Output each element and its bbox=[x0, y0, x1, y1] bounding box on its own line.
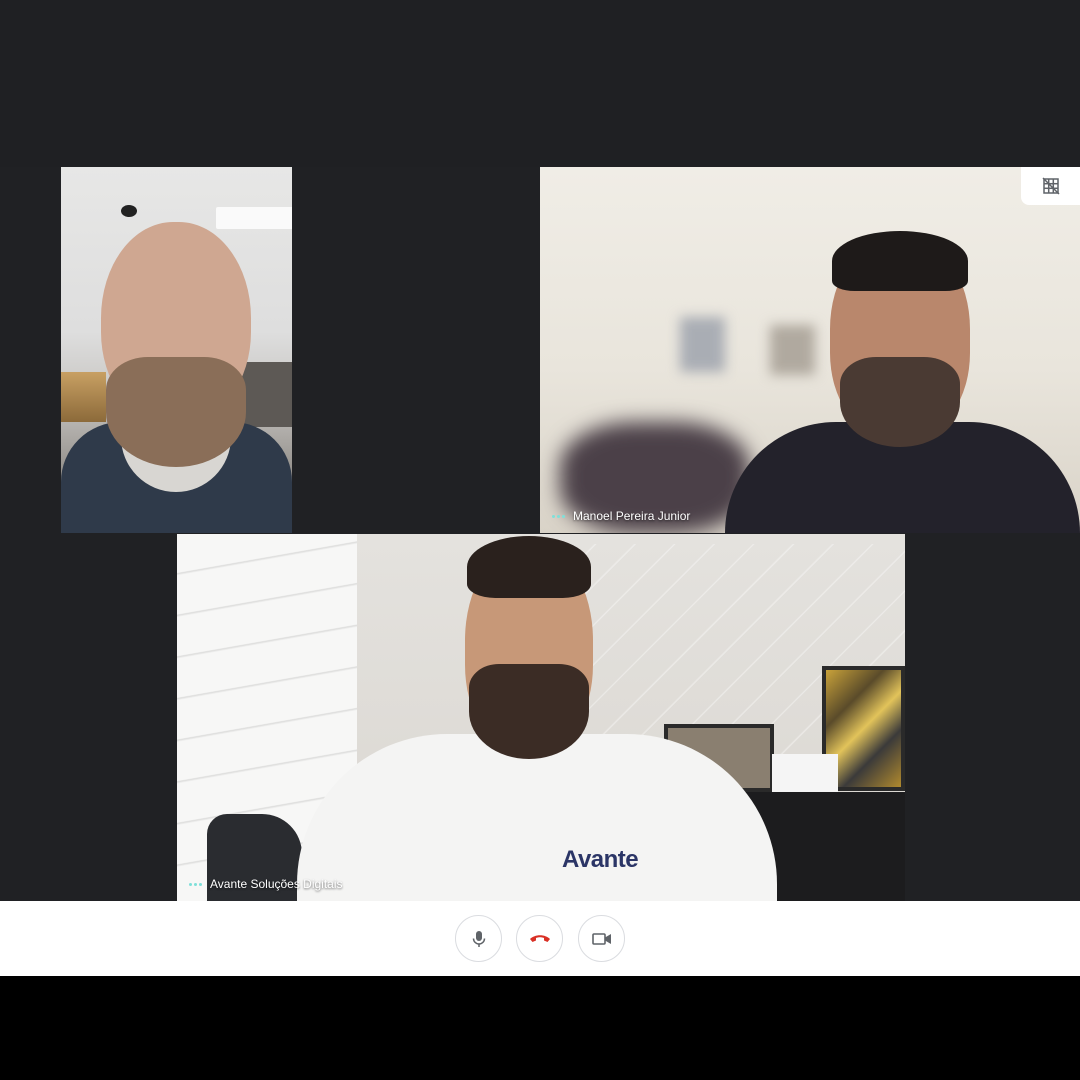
participant-name: Avante Soluções Digitais bbox=[210, 877, 343, 891]
layout-toggle-button[interactable] bbox=[1021, 167, 1080, 205]
bottom-blank-area bbox=[0, 976, 1080, 1080]
ceiling-light bbox=[216, 207, 292, 229]
background-shelf bbox=[61, 372, 106, 422]
participant-3-beard bbox=[469, 664, 589, 759]
video-grid: Manoel Pereira Junior Avante Avante Solu… bbox=[0, 167, 1080, 901]
ceiling-fixture bbox=[121, 205, 137, 217]
participant-name: Manoel Pereira Junior bbox=[573, 509, 691, 523]
audio-indicator-icon bbox=[552, 514, 565, 518]
participant-3-hair bbox=[467, 536, 591, 598]
background-appliance bbox=[239, 362, 292, 427]
phone-hangup-icon bbox=[529, 934, 550, 942]
participant-2-beard bbox=[840, 357, 960, 447]
participant-tile-3[interactable]: Avante Avante Soluções Digitais bbox=[177, 534, 905, 901]
participant-name-label: Manoel Pereira Junior bbox=[552, 509, 690, 523]
audio-indicator-icon bbox=[189, 882, 202, 886]
top-blank-area bbox=[0, 0, 1080, 167]
grid-off-icon bbox=[1041, 177, 1060, 195]
participant-2-hair bbox=[832, 231, 968, 291]
background-frame bbox=[770, 325, 815, 375]
call-controls-bar bbox=[0, 901, 1080, 976]
hang-up-button[interactable] bbox=[516, 915, 563, 962]
video-camera-icon bbox=[591, 932, 611, 945]
mic-icon bbox=[472, 930, 485, 947]
camera-button[interactable] bbox=[578, 915, 625, 962]
microphone-button[interactable] bbox=[455, 915, 502, 962]
shirt-logo: Avante bbox=[562, 846, 639, 873]
participant-tile-2[interactable]: Manoel Pereira Junior bbox=[540, 167, 1080, 533]
handwritten-note bbox=[772, 754, 838, 792]
participant-name-label: Avante Soluções Digitais bbox=[189, 877, 343, 891]
background-frame bbox=[680, 317, 725, 372]
participant-tile-1[interactable] bbox=[61, 167, 292, 533]
participant-3-shirt bbox=[297, 734, 777, 901]
participant-1-beard bbox=[106, 357, 246, 467]
